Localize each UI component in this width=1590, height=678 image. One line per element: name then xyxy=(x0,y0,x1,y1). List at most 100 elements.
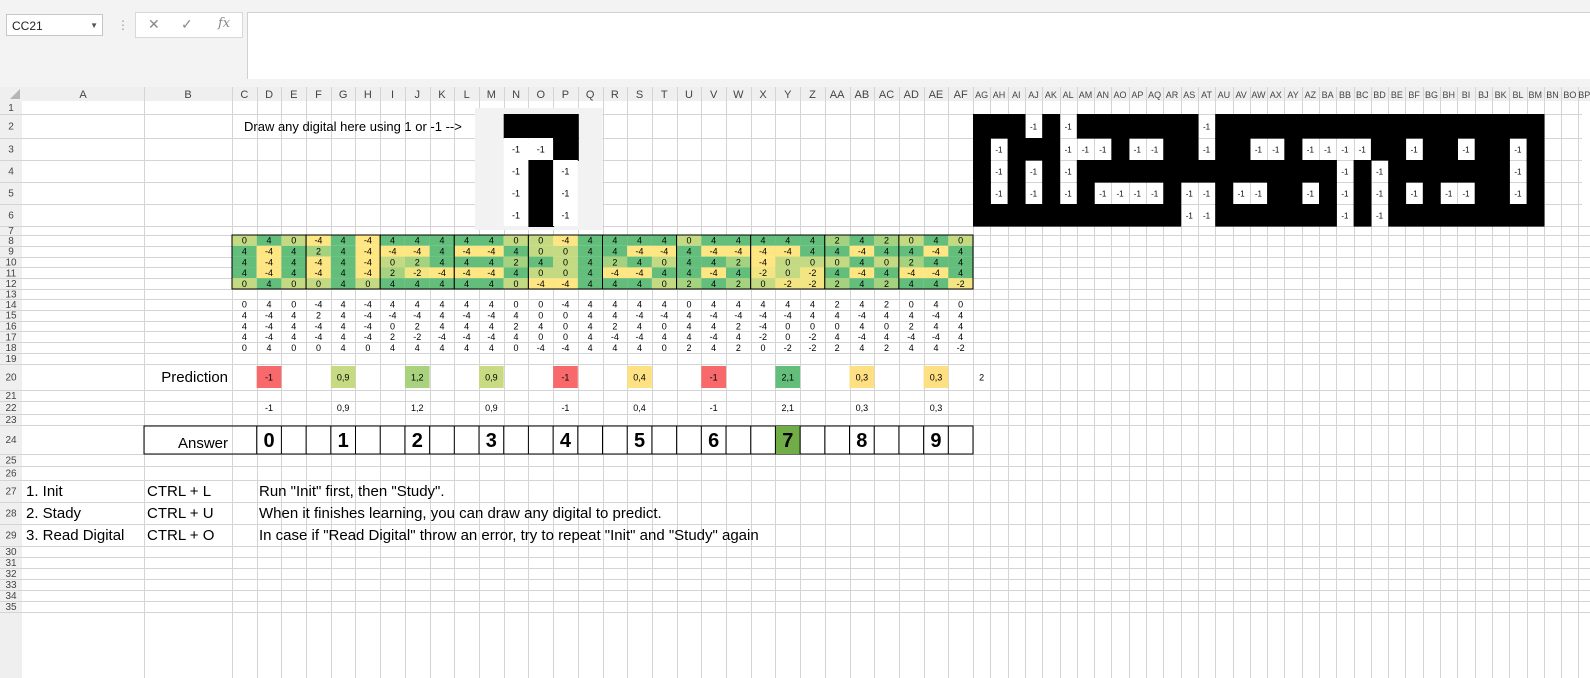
cell-template-value[interactable]: -1 xyxy=(1255,145,1263,154)
cell-template-value[interactable]: -1 xyxy=(1341,211,1349,220)
cell-weight-copy[interactable]: 4 xyxy=(835,311,840,321)
cell-template-value[interactable]: -1 xyxy=(1514,145,1522,154)
cell-prediction-copy[interactable]: -1 xyxy=(561,403,569,413)
cell-weight-copy[interactable]: 4 xyxy=(612,311,617,321)
cell-template-filled[interactable] xyxy=(1249,114,1268,139)
cell-weight-copy[interactable]: 4 xyxy=(588,321,593,331)
cell-template-filled[interactable] xyxy=(990,114,1009,139)
cell-weight-value[interactable]: 0 xyxy=(835,257,840,267)
cell-weight-value[interactable]: 4 xyxy=(686,257,691,267)
cell-weight-copy[interactable]: -4 xyxy=(734,311,742,321)
cell-template-filled[interactable] xyxy=(1111,160,1130,183)
cell-weight-value[interactable]: -4 xyxy=(734,247,742,257)
cell-weight-copy[interactable]: -4 xyxy=(858,332,866,342)
cell-weight-copy[interactable]: -4 xyxy=(636,311,644,321)
cell-weight-copy[interactable]: -4 xyxy=(561,343,569,353)
cell-weight-copy[interactable]: -4 xyxy=(636,332,644,342)
cell-weight-copy[interactable]: 2 xyxy=(390,332,395,342)
cell-template-filled[interactable] xyxy=(1457,114,1476,139)
cell-weight-value[interactable]: 4 xyxy=(588,257,593,267)
cell-weight-copy[interactable]: 0 xyxy=(662,321,667,331)
cell-template-value[interactable]: -1 xyxy=(1376,167,1384,176)
cell-weight-copy[interactable]: -4 xyxy=(364,321,372,331)
cell-weight-value[interactable]: -4 xyxy=(463,247,471,257)
cell-weight-value[interactable]: -4 xyxy=(660,247,668,257)
cell-weight-value[interactable]: 4 xyxy=(588,236,593,246)
cell-weight-copy[interactable]: 4 xyxy=(242,321,247,331)
cell-weight-copy[interactable]: -4 xyxy=(463,332,471,342)
cell-template-value[interactable]: -1 xyxy=(1203,189,1211,198)
cell-template-filled[interactable] xyxy=(1405,114,1424,139)
cell-weight-value[interactable]: -2 xyxy=(759,268,767,278)
cell-template-filled[interactable] xyxy=(1007,114,1026,139)
cell-weight-copy[interactable]: 0 xyxy=(686,300,691,310)
cell-weight-copy[interactable]: 4 xyxy=(439,300,444,310)
cell-weight-value[interactable]: -4 xyxy=(611,268,619,278)
cell-template-value[interactable]: -1 xyxy=(1376,211,1384,220)
cell-weight-copy[interactable]: -2 xyxy=(957,343,965,353)
cell-template-value[interactable]: -1 xyxy=(1030,122,1038,131)
cell-weight-value[interactable]: -4 xyxy=(364,257,372,267)
cell-template-filled[interactable] xyxy=(1492,182,1510,205)
cell-template-filled[interactable] xyxy=(1042,114,1061,139)
cell-template-filled[interactable] xyxy=(1319,204,1337,227)
cell-template-filled[interactable] xyxy=(1440,114,1458,139)
cell-weight-value[interactable]: -4 xyxy=(710,268,718,278)
cell-template-filled[interactable] xyxy=(1267,114,1285,139)
cell-weight-value[interactable]: 2 xyxy=(909,257,914,267)
cell-weight-copy[interactable]: 2 xyxy=(415,321,420,331)
cell-weight-value[interactable]: 4 xyxy=(439,236,444,246)
cell-weight-value[interactable]: 4 xyxy=(267,236,272,246)
cell-weight-value[interactable]: 0 xyxy=(686,236,691,246)
cell-weight-value[interactable]: -4 xyxy=(636,268,644,278)
cell-template-filled[interactable] xyxy=(1474,114,1493,139)
cell-answer-digit[interactable]: 4 xyxy=(560,430,572,452)
cell-template-filled[interactable] xyxy=(1492,160,1510,183)
worksheet-canvas[interactable]: A B C D E F G H I J K L M N O P Q R S T U V W X Y Z AA AB AC AD AE AF AG… xyxy=(0,0,1590,678)
cell-template-value[interactable]: -1 xyxy=(1341,167,1349,176)
cell-weight-value[interactable]: 4 xyxy=(958,247,963,257)
cell-weight-copy[interactable]: 4 xyxy=(390,343,395,353)
cell-template-filled[interactable] xyxy=(1042,160,1061,183)
cell-template-filled[interactable] xyxy=(1163,204,1182,227)
cell-answer-digit[interactable]: 5 xyxy=(634,430,645,452)
cell-weight-copy[interactable]: -4 xyxy=(487,311,495,321)
cell-template-value[interactable]: -1 xyxy=(1082,145,1090,154)
cell-weight-copy[interactable]: 0 xyxy=(785,332,790,342)
cell-weight-copy[interactable]: 2 xyxy=(612,321,617,331)
cell-weight-value[interactable]: 4 xyxy=(958,257,963,267)
cell-template-filled[interactable] xyxy=(1007,160,1026,183)
cell-weight-copy[interactable]: -4 xyxy=(907,332,915,342)
cell-template-filled[interactable] xyxy=(1215,204,1234,227)
cell-weight-copy[interactable]: 4 xyxy=(588,332,593,342)
cell-template-value[interactable]: -1 xyxy=(1203,145,1211,154)
cell-weight-copy[interactable]: 4 xyxy=(489,300,494,310)
cell-weight-copy[interactable]: 4 xyxy=(686,321,691,331)
cell-weight-value[interactable]: 2 xyxy=(736,279,741,289)
cell-prediction-value[interactable]: 1,2 xyxy=(411,373,424,383)
cell-weight-value[interactable]: -4 xyxy=(314,257,322,267)
cell-template-filled[interactable] xyxy=(1319,114,1337,139)
cell-weight-copy[interactable]: -2 xyxy=(784,343,792,353)
cell-template-value[interactable]: -1 xyxy=(1203,211,1211,220)
cell-weight-value[interactable]: 0 xyxy=(538,268,543,278)
cell-template-value[interactable]: -1 xyxy=(1151,189,1159,198)
cell-weight-copy[interactable]: 4 xyxy=(958,321,963,331)
cell-weight-copy[interactable]: 4 xyxy=(662,332,667,342)
cell-weight-value[interactable]: 2 xyxy=(835,279,840,289)
cell-weight-value[interactable]: -4 xyxy=(364,268,372,278)
cell-weight-value[interactable]: -4 xyxy=(858,268,866,278)
cell-template-filled[interactable] xyxy=(1059,204,1078,227)
cell-weight-value[interactable]: 4 xyxy=(686,268,691,278)
cell-template-value[interactable]: -1 xyxy=(1065,122,1073,131)
cell-template-filled[interactable] xyxy=(1111,204,1130,227)
cell-weight-value[interactable]: 4 xyxy=(933,279,938,289)
cell-weight-copy[interactable]: 4 xyxy=(588,300,593,310)
cell-prediction-value[interactable]: 0,9 xyxy=(485,373,498,383)
cell-weight-value[interactable]: 4 xyxy=(736,268,741,278)
cell-weight-copy[interactable]: 4 xyxy=(909,311,914,321)
cell-weight-value[interactable]: 4 xyxy=(242,268,247,278)
cell-weight-copy[interactable]: 4 xyxy=(761,300,766,310)
cell-weight-copy[interactable]: 2 xyxy=(736,343,741,353)
cell-template-filled[interactable] xyxy=(1180,138,1199,161)
